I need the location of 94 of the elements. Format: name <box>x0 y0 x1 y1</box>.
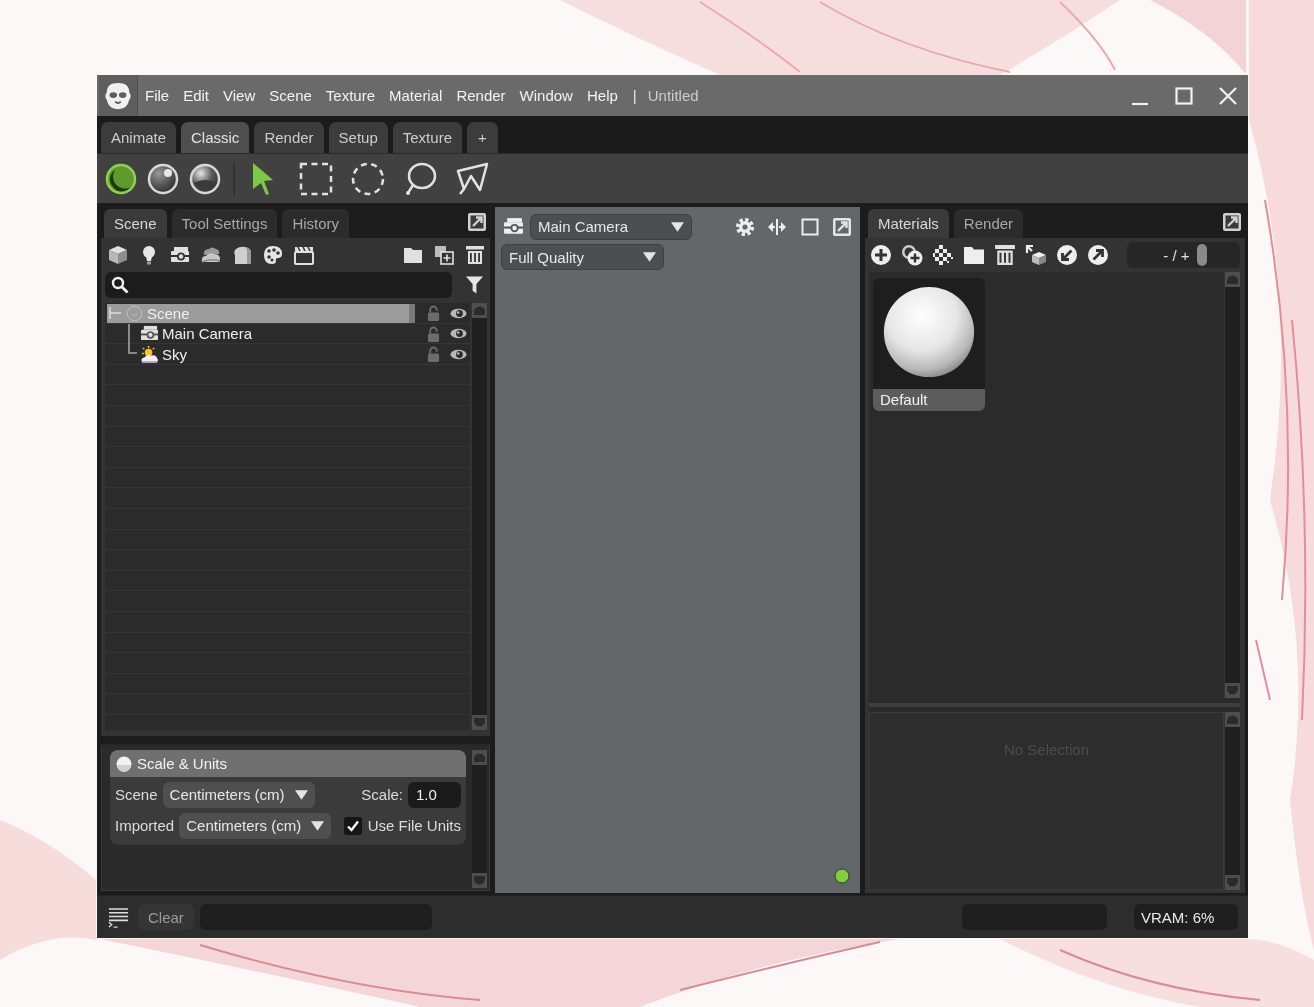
glossy-sphere-icon[interactable] <box>189 162 221 195</box>
eye-icon[interactable] <box>450 328 467 340</box>
shaded-sphere-icon[interactable] <box>147 162 179 195</box>
popout-icon[interactable] <box>1223 212 1241 231</box>
checker-icon[interactable] <box>932 244 954 266</box>
size-slider[interactable]: - / + <box>1127 242 1240 268</box>
menu-item[interactable]: Render <box>449 83 513 108</box>
caret-icon <box>294 789 308 800</box>
clapperboard-icon[interactable] <box>294 245 314 265</box>
spheres-plus-icon[interactable] <box>901 244 923 266</box>
checkbox-label: Use File Units <box>367 817 461 834</box>
panel-tab[interactable]: Render <box>953 209 1024 238</box>
folder-icon[interactable] <box>403 245 423 265</box>
workspace-tab[interactable]: Texture <box>392 122 462 153</box>
caret-icon <box>311 820 325 831</box>
console-icon[interactable] <box>108 906 129 928</box>
maximize-icon[interactable] <box>1174 85 1194 106</box>
flat-sphere-icon[interactable] <box>105 162 137 195</box>
panel-tab[interactable]: Materials <box>868 209 949 238</box>
move-arrows-icon[interactable] <box>767 216 787 237</box>
menu-item[interactable]: File <box>138 83 177 108</box>
units-dropdown[interactable]: Centimeters (cm) <box>162 781 315 808</box>
trash-icon[interactable] <box>465 245 485 265</box>
add-tab-button[interactable]: + <box>467 122 498 153</box>
eye-icon[interactable] <box>450 307 467 319</box>
open-padlock-icon[interactable] <box>427 305 440 322</box>
open-padlock-icon[interactable] <box>427 346 440 363</box>
circle-select-icon[interactable] <box>351 161 385 196</box>
workspace-tab[interactable]: Setup <box>328 122 388 153</box>
workspace-tab[interactable]: Classic <box>181 122 250 153</box>
panel-tab[interactable]: Tool Settings <box>171 209 278 238</box>
palette-icon[interactable] <box>263 245 283 265</box>
filter-icon[interactable] <box>465 275 484 295</box>
search-icon <box>111 276 129 294</box>
field-label: Imported <box>115 817 175 834</box>
menu-item[interactable]: Window <box>512 83 580 108</box>
tree-item[interactable]: Sky <box>107 345 415 364</box>
menu-item[interactable]: Help <box>579 83 625 108</box>
clouds-icon[interactable] <box>201 245 221 265</box>
camera-icon[interactable] <box>503 217 524 236</box>
circle-icon <box>125 304 144 322</box>
camera-icon <box>140 325 159 343</box>
camera-dropdown[interactable]: Main Camera <box>530 213 692 240</box>
field-label: Scale: <box>361 786 403 803</box>
scale-field[interactable]: 1.0 <box>408 781 461 808</box>
sun-cloud-icon <box>140 346 159 363</box>
cube-arrow-icon[interactable] <box>1025 244 1047 266</box>
cube-icon[interactable] <box>108 245 128 265</box>
caret-icon <box>643 252 656 262</box>
settings-icon[interactable] <box>735 216 755 237</box>
duplicate-icon[interactable] <box>434 245 454 265</box>
vram-readout: VRAM: 6% <box>1134 904 1238 930</box>
slider-thumb[interactable] <box>1196 244 1207 266</box>
tree-item[interactable]: Main Camera <box>107 324 415 344</box>
workspace-tab[interactable]: Animate <box>101 122 177 153</box>
caret-icon <box>671 221 684 232</box>
viewport[interactable]: Main Camera Full Quality <box>495 207 860 893</box>
units-dropdown[interactable]: Centimeters (cm) <box>179 812 332 839</box>
folder-icon[interactable] <box>963 244 985 266</box>
camera-icon[interactable] <box>170 245 190 265</box>
material-name: Default <box>873 389 985 411</box>
close-icon[interactable] <box>1218 85 1238 106</box>
menu-item[interactable]: Material <box>382 83 450 108</box>
trash-icon[interactable] <box>994 244 1016 266</box>
circle-icon[interactable] <box>116 755 132 772</box>
checkbox[interactable] <box>343 816 362 835</box>
splitter-handle[interactable] <box>869 698 1240 712</box>
group-title: Scale & Units <box>137 755 228 772</box>
menu-item[interactable]: View <box>216 83 263 108</box>
eye-icon[interactable] <box>450 349 467 360</box>
loaf-icon[interactable] <box>232 245 252 265</box>
panel-tab[interactable]: Scene <box>104 209 167 238</box>
add-icon[interactable] <box>870 244 892 266</box>
mask-logo-icon[interactable] <box>99 75 138 116</box>
status-dot-icon <box>834 868 850 884</box>
search-field[interactable] <box>105 272 452 298</box>
title-separator: | <box>631 87 638 104</box>
workspace-tab[interactable]: Render <box>254 122 324 153</box>
lasso-icon[interactable] <box>403 161 437 196</box>
menu-item[interactable]: Edit <box>176 83 217 108</box>
open-padlock-icon[interactable] <box>427 325 440 342</box>
menu-item[interactable]: Scene <box>262 83 319 108</box>
quality-dropdown[interactable]: Full Quality <box>501 244 664 270</box>
document-title: Untitled <box>646 87 699 104</box>
clear-button[interactable]: Clear <box>138 904 194 930</box>
polygon-lasso-icon[interactable] <box>455 161 489 196</box>
panel-tab[interactable]: History <box>282 209 350 238</box>
rectangle-select-icon[interactable] <box>299 161 333 196</box>
square-icon[interactable] <box>801 217 819 236</box>
slider-label: - / + <box>1163 246 1190 264</box>
popout-icon[interactable] <box>468 212 486 231</box>
material-tile[interactable]: Default <box>873 278 985 411</box>
field-label: Scene <box>115 786 158 803</box>
menu-item[interactable]: Texture <box>318 83 383 108</box>
